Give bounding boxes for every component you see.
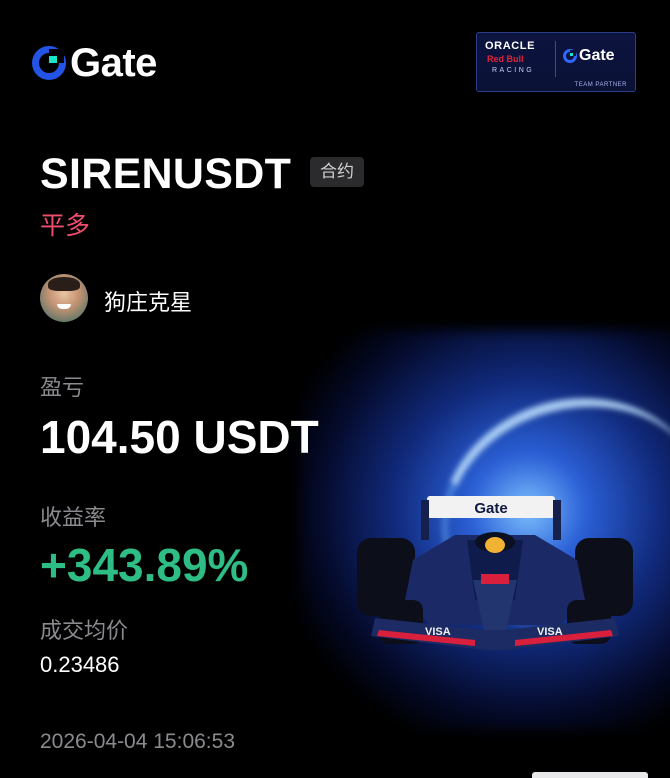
f1-car-illustration: Gate VISA VISA xyxy=(357,496,633,650)
car-side-text-left: VISA xyxy=(425,626,451,638)
oracle-text: ORACLE xyxy=(485,40,536,52)
trading-pair: SIRENUSDT xyxy=(40,150,292,198)
partner-gate-logo: Gate xyxy=(563,47,615,65)
team-partner-caption: TEAM PARTNER xyxy=(574,82,627,88)
username: 狗庄克星 xyxy=(104,290,193,315)
brand-name: Gate xyxy=(70,40,157,85)
partner-gate-text: Gate xyxy=(579,47,615,64)
home-indicator xyxy=(532,772,648,778)
pnl-value: 104.50 USDT xyxy=(40,411,319,463)
avatar xyxy=(40,274,88,322)
roi-value: +343.89% xyxy=(40,539,249,591)
racing-text: RACING xyxy=(492,67,535,74)
gate-logo-icon xyxy=(32,46,66,80)
partner-divider xyxy=(555,41,556,77)
position-direction: 平多 xyxy=(40,212,91,240)
gate-small-icon xyxy=(563,49,577,63)
share-card: Gate ORACLE Red Bull RACING Gate TEAM PA… xyxy=(0,0,670,778)
avg-price-label: 成交均价 xyxy=(40,618,129,643)
avatar-hair xyxy=(48,277,80,291)
redbull-text: Red Bull xyxy=(487,54,524,64)
car-wing-text: Gate xyxy=(474,500,507,517)
avatar-smile xyxy=(57,304,71,309)
timestamp: 2026-04-04 15:06:53 xyxy=(40,730,235,753)
avg-price-value: 0.23486 xyxy=(40,652,120,677)
car-side-text-right: VISA xyxy=(537,626,563,638)
roi-label: 收益率 xyxy=(40,505,107,530)
pnl-label: 盈亏 xyxy=(40,375,85,400)
gate-logo: Gate xyxy=(32,40,157,86)
contract-tag: 合约 xyxy=(310,157,364,187)
team-partner-badge: ORACLE Red Bull RACING Gate TEAM PARTNER xyxy=(476,32,636,92)
